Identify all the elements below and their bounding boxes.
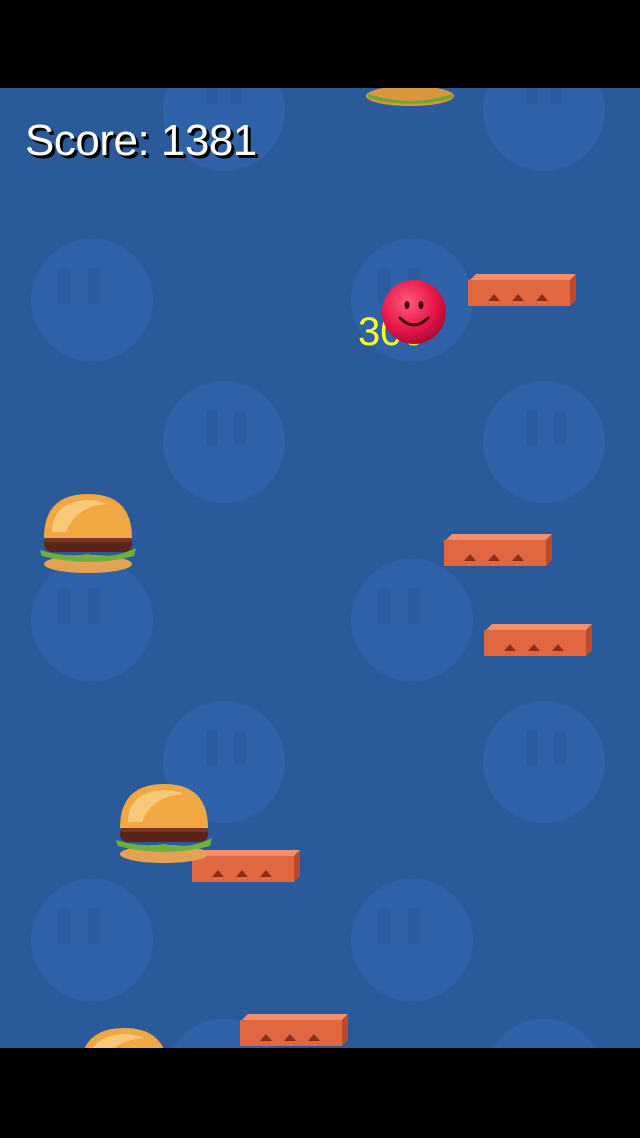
bg-face-icon xyxy=(351,879,473,1001)
burger-icon xyxy=(366,88,454,106)
bg-face-icon xyxy=(351,559,473,681)
score-label: Score: 1381 xyxy=(25,116,257,165)
bg-face-icon xyxy=(31,239,153,361)
bg-face-icon xyxy=(163,381,285,503)
burger-icon xyxy=(84,1028,164,1048)
burger-icon xyxy=(40,494,136,573)
platform xyxy=(468,274,576,306)
smiley-ball-icon xyxy=(382,280,446,344)
bg-face-icon xyxy=(483,88,605,171)
platform xyxy=(484,624,592,656)
bg-face-icon xyxy=(31,559,153,681)
bg-face-icon xyxy=(483,381,605,503)
bg-face-icon xyxy=(492,1019,596,1048)
burger-icon xyxy=(116,784,212,863)
game-screen: 300 Score: 1381 xyxy=(0,0,640,1138)
platform xyxy=(444,534,552,566)
platform xyxy=(240,1014,348,1046)
bg-face-icon xyxy=(483,701,605,823)
bg-face-icon xyxy=(31,879,153,1001)
playfield[interactable]: 300 Score: 1381 xyxy=(0,88,640,1048)
